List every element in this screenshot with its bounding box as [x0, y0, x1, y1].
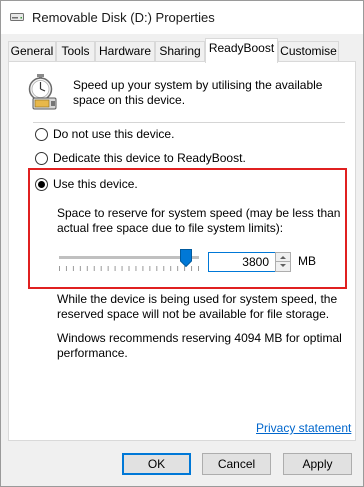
radio-button[interactable]: [35, 152, 48, 165]
readyboost-panel: Speed up your system by utilising the av…: [8, 61, 356, 441]
cancel-button[interactable]: Cancel: [202, 453, 271, 475]
tab-sharing[interactable]: Sharing: [155, 41, 205, 62]
readyboost-intro-text: Speed up your system by utilising the av…: [73, 78, 323, 107]
tab-tools[interactable]: Tools: [56, 41, 95, 62]
radio-label: Dedicate this device to ReadyBoost.: [53, 151, 246, 165]
radio-button[interactable]: [35, 128, 48, 141]
radio-button-selected[interactable]: [35, 178, 48, 191]
properties-dialog: Removable Disk (D:) Properties General T…: [0, 0, 364, 487]
drive-icon: [10, 13, 24, 21]
unit-label: MB: [298, 254, 316, 268]
radio-do-not-use[interactable]: Do not use this device.: [35, 127, 175, 143]
reserve-space-spinner: [208, 252, 292, 272]
radio-label: Use this device.: [53, 177, 138, 191]
slider-track: [59, 256, 199, 259]
spin-buttons: [275, 252, 291, 272]
title-bar[interactable]: Removable Disk (D:) Properties: [1, 1, 363, 34]
recommendation-text: Windows recommends reserving 4094 MB for…: [57, 331, 342, 360]
radio-dedicate-readyboost[interactable]: Dedicate this device to ReadyBoost.: [35, 151, 246, 167]
window-title: Removable Disk (D:) Properties: [32, 10, 215, 25]
slider-thumb[interactable]: [180, 249, 193, 267]
privacy-statement-link[interactable]: Privacy statement: [256, 421, 351, 435]
tab-hardware[interactable]: Hardware: [95, 41, 155, 62]
storage-info-text: While the device is being used for syste…: [57, 292, 338, 321]
reserve-space-input[interactable]: [208, 252, 276, 272]
spin-up-button[interactable]: [276, 253, 290, 262]
spin-down-button[interactable]: [276, 262, 290, 271]
apply-button[interactable]: Apply: [283, 453, 352, 475]
reserve-space-label: Space to reserve for system speed (may b…: [57, 206, 341, 235]
ok-button[interactable]: OK: [122, 453, 191, 475]
tab-customise[interactable]: Customise: [278, 41, 339, 62]
readyboost-stopwatch-icon: [28, 74, 57, 110]
radio-label: Do not use this device.: [53, 127, 175, 141]
divider: [33, 122, 345, 123]
tab-general[interactable]: General: [8, 41, 56, 62]
tab-strip: General Tools Hardware Sharing ReadyBoos…: [1, 34, 363, 63]
tab-readyboost[interactable]: ReadyBoost: [205, 38, 278, 63]
radio-use-device[interactable]: Use this device.: [35, 177, 145, 193]
reserve-space-slider[interactable]: [56, 248, 202, 272]
slider-ticks: [59, 266, 199, 271]
